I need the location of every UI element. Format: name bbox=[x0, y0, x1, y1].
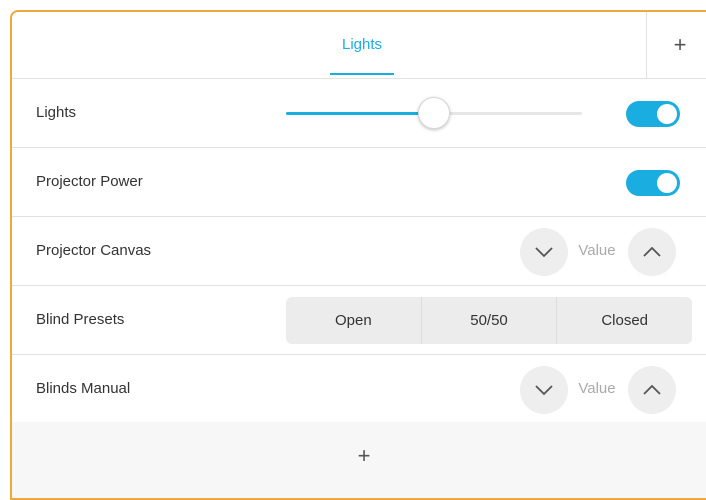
tab-bar: Lights + bbox=[12, 12, 706, 79]
lights-toggle[interactable] bbox=[626, 101, 680, 127]
row-projector-canvas: Projector Canvas Value bbox=[12, 217, 706, 286]
footer: + bbox=[12, 422, 706, 498]
row-label: Blind Presets bbox=[36, 311, 125, 328]
row-blinds-manual: Blinds Manual Value bbox=[12, 355, 706, 424]
toggle-knob bbox=[657, 173, 677, 193]
segment-50-50[interactable]: 50/50 bbox=[422, 297, 558, 344]
row-blind-presets: Blind Presets Open 50/50 Closed bbox=[12, 286, 706, 355]
plus-icon: + bbox=[673, 32, 687, 57]
chevron-up-icon bbox=[643, 384, 661, 395]
blinds-manual-up-button[interactable] bbox=[628, 366, 676, 414]
chevron-down-icon bbox=[535, 385, 553, 396]
projector-canvas-up-button[interactable] bbox=[628, 228, 676, 276]
tab-active-indicator bbox=[330, 73, 394, 75]
slider-fill bbox=[286, 112, 434, 115]
panel: Lights + Lights Projector Power Projecto… bbox=[10, 10, 706, 500]
add-tab-button[interactable]: + bbox=[646, 12, 706, 78]
lights-slider[interactable] bbox=[286, 97, 582, 129]
row-projector-power: Projector Power bbox=[12, 148, 706, 217]
row-lights: Lights bbox=[12, 79, 706, 148]
chevron-up-icon bbox=[643, 246, 661, 257]
blinds-manual-value: Value bbox=[578, 380, 616, 397]
projector-canvas-down-button[interactable] bbox=[520, 228, 568, 276]
toggle-knob bbox=[657, 104, 677, 124]
blind-presets-segmented: Open 50/50 Closed bbox=[286, 297, 692, 344]
projector-power-toggle[interactable] bbox=[626, 170, 680, 196]
tab-lights[interactable]: Lights bbox=[330, 12, 394, 78]
row-label: Lights bbox=[36, 104, 77, 121]
row-label: Blinds Manual bbox=[36, 380, 131, 397]
row-label: Projector Power bbox=[36, 173, 143, 190]
plus-icon: + bbox=[357, 443, 371, 468]
blinds-manual-down-button[interactable] bbox=[520, 366, 568, 414]
add-row-button[interactable]: + bbox=[346, 438, 382, 474]
projector-canvas-value: Value bbox=[578, 242, 616, 259]
row-label: Projector Canvas bbox=[36, 242, 152, 259]
slider-thumb[interactable] bbox=[418, 97, 450, 129]
segment-closed[interactable]: Closed bbox=[557, 297, 692, 344]
chevron-down-icon bbox=[535, 247, 553, 258]
segment-open[interactable]: Open bbox=[286, 297, 422, 344]
